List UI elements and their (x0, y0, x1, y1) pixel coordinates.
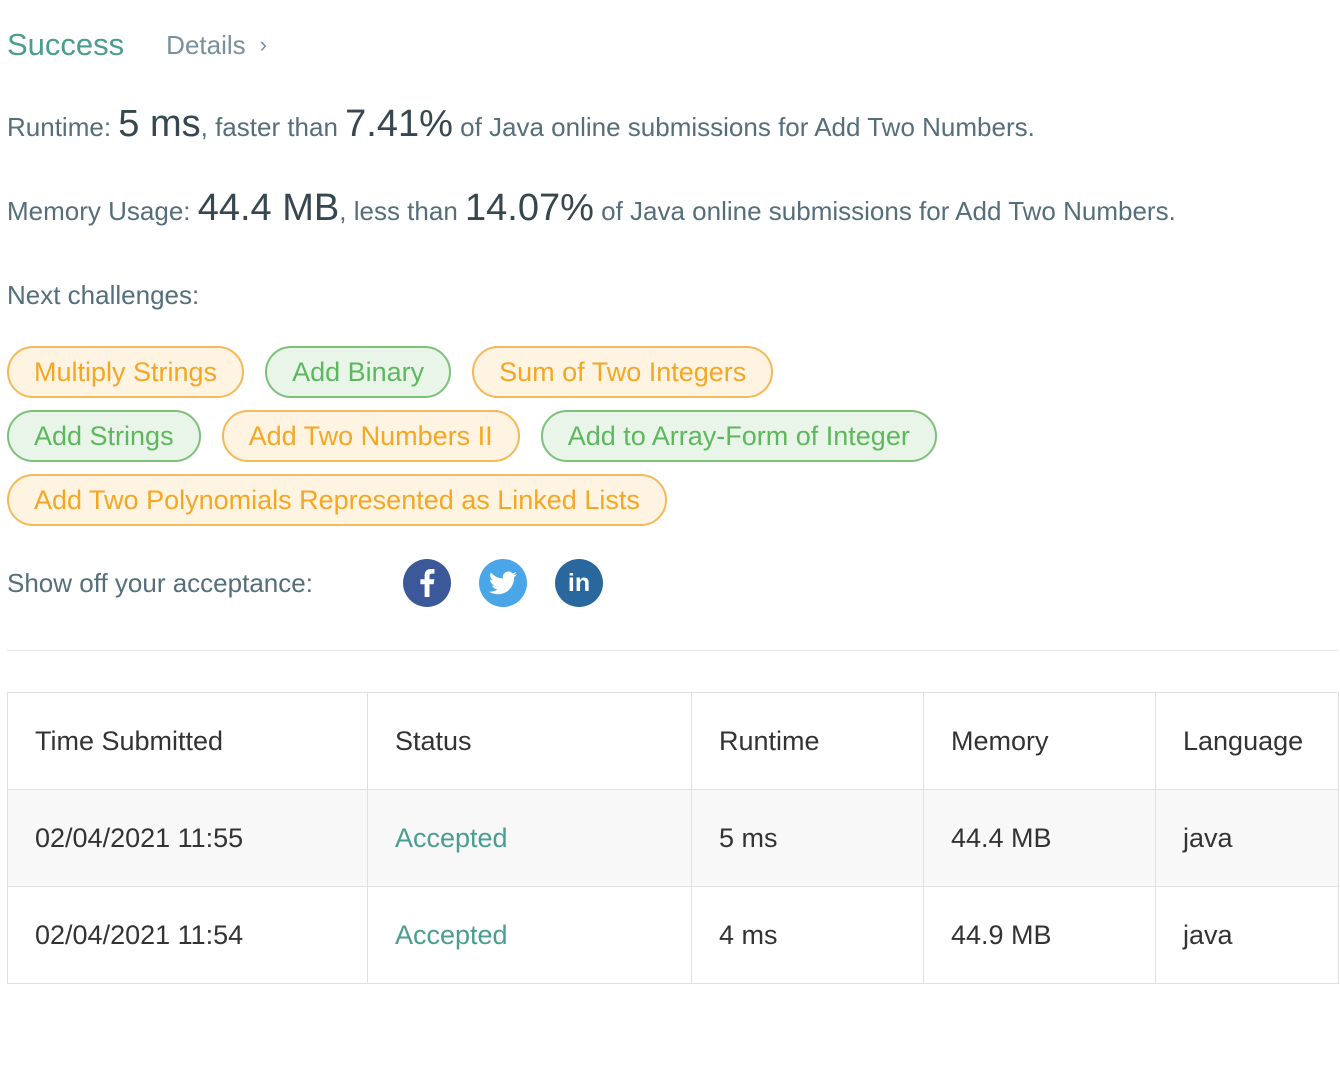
share-label: Show off your acceptance: (7, 567, 313, 598)
runtime-comparison: , faster than (200, 112, 346, 142)
runtime-percent: 7.41% (345, 103, 453, 145)
memory-label: Memory Usage: (7, 196, 198, 226)
column-header-language[interactable]: Language (1155, 692, 1339, 790)
share-row: Show off your acceptance: in (7, 558, 631, 608)
runtime-value: 5 ms (118, 103, 201, 145)
cell-memory: 44.4 MB (923, 789, 1156, 887)
memory-comparison: , less than (339, 196, 465, 226)
cell-status-link[interactable]: Accepted (367, 789, 692, 887)
column-header-memory[interactable]: Memory (923, 692, 1156, 790)
cell-time-submitted: 02/04/2021 11:54 (7, 886, 368, 984)
twitter-icon[interactable] (479, 559, 527, 607)
runtime-suffix: of Java online submissions for Add Two N… (452, 112, 1035, 142)
challenge-tag-add-binary[interactable]: Add Binary (265, 346, 452, 398)
cell-language: java (1155, 886, 1339, 984)
submissions-table: Time Submitted Status Runtime Memory Lan… (7, 692, 1339, 984)
table-row: 02/04/2021 11:54 Accepted 4 ms 44.9 MB j… (7, 886, 1339, 984)
memory-percent: 14.07% (465, 187, 594, 229)
runtime-label: Runtime: (7, 112, 119, 142)
column-header-time-submitted[interactable]: Time Submitted (7, 692, 368, 790)
memory-stat: Memory Usage: 44.4 MB, less than 14.07% … (7, 187, 1176, 230)
challenge-tags: Multiply Strings Add Binary Sum of Two I… (7, 346, 1047, 538)
details-label: Details (166, 29, 246, 60)
next-challenges-label: Next challenges: (7, 280, 200, 310)
cell-time-submitted: 02/04/2021 11:55 (7, 789, 368, 887)
cell-language: java (1155, 789, 1339, 887)
challenge-tag-add-strings[interactable]: Add Strings (7, 410, 201, 462)
chevron-right-icon: › (259, 32, 267, 57)
challenge-tag-multiply-strings[interactable]: Multiply Strings (7, 346, 245, 398)
result-header: Success Details › (7, 24, 267, 66)
cell-runtime: 5 ms (691, 789, 924, 887)
details-link[interactable]: Details › (166, 30, 267, 61)
challenge-tag-sum-of-two-integers[interactable]: Sum of Two Integers (472, 346, 774, 398)
linkedin-icon[interactable]: in (555, 559, 603, 607)
challenge-tag-add-to-array-form[interactable]: Add to Array-Form of Integer (540, 410, 937, 462)
facebook-icon[interactable] (403, 559, 451, 607)
table-row: 02/04/2021 11:55 Accepted 5 ms 44.4 MB j… (7, 789, 1339, 887)
status-title: Success (7, 27, 125, 62)
challenge-tag-add-two-numbers-ii[interactable]: Add Two Numbers II (221, 410, 520, 462)
cell-runtime: 4 ms (691, 886, 924, 984)
table-header-row: Time Submitted Status Runtime Memory Lan… (7, 692, 1339, 790)
memory-value: 44.4 MB (197, 187, 340, 229)
memory-suffix: of Java online submissions for Add Two N… (593, 196, 1176, 226)
column-header-runtime[interactable]: Runtime (691, 692, 924, 790)
runtime-stat: Runtime: 5 ms, faster than 7.41% of Java… (7, 103, 1035, 146)
cell-status-link[interactable]: Accepted (367, 886, 692, 984)
column-header-status[interactable]: Status (367, 692, 692, 790)
section-divider (7, 650, 1338, 651)
cell-memory: 44.9 MB (923, 886, 1156, 984)
challenge-tag-add-two-polynomials[interactable]: Add Two Polynomials Represented as Linke… (7, 474, 667, 526)
